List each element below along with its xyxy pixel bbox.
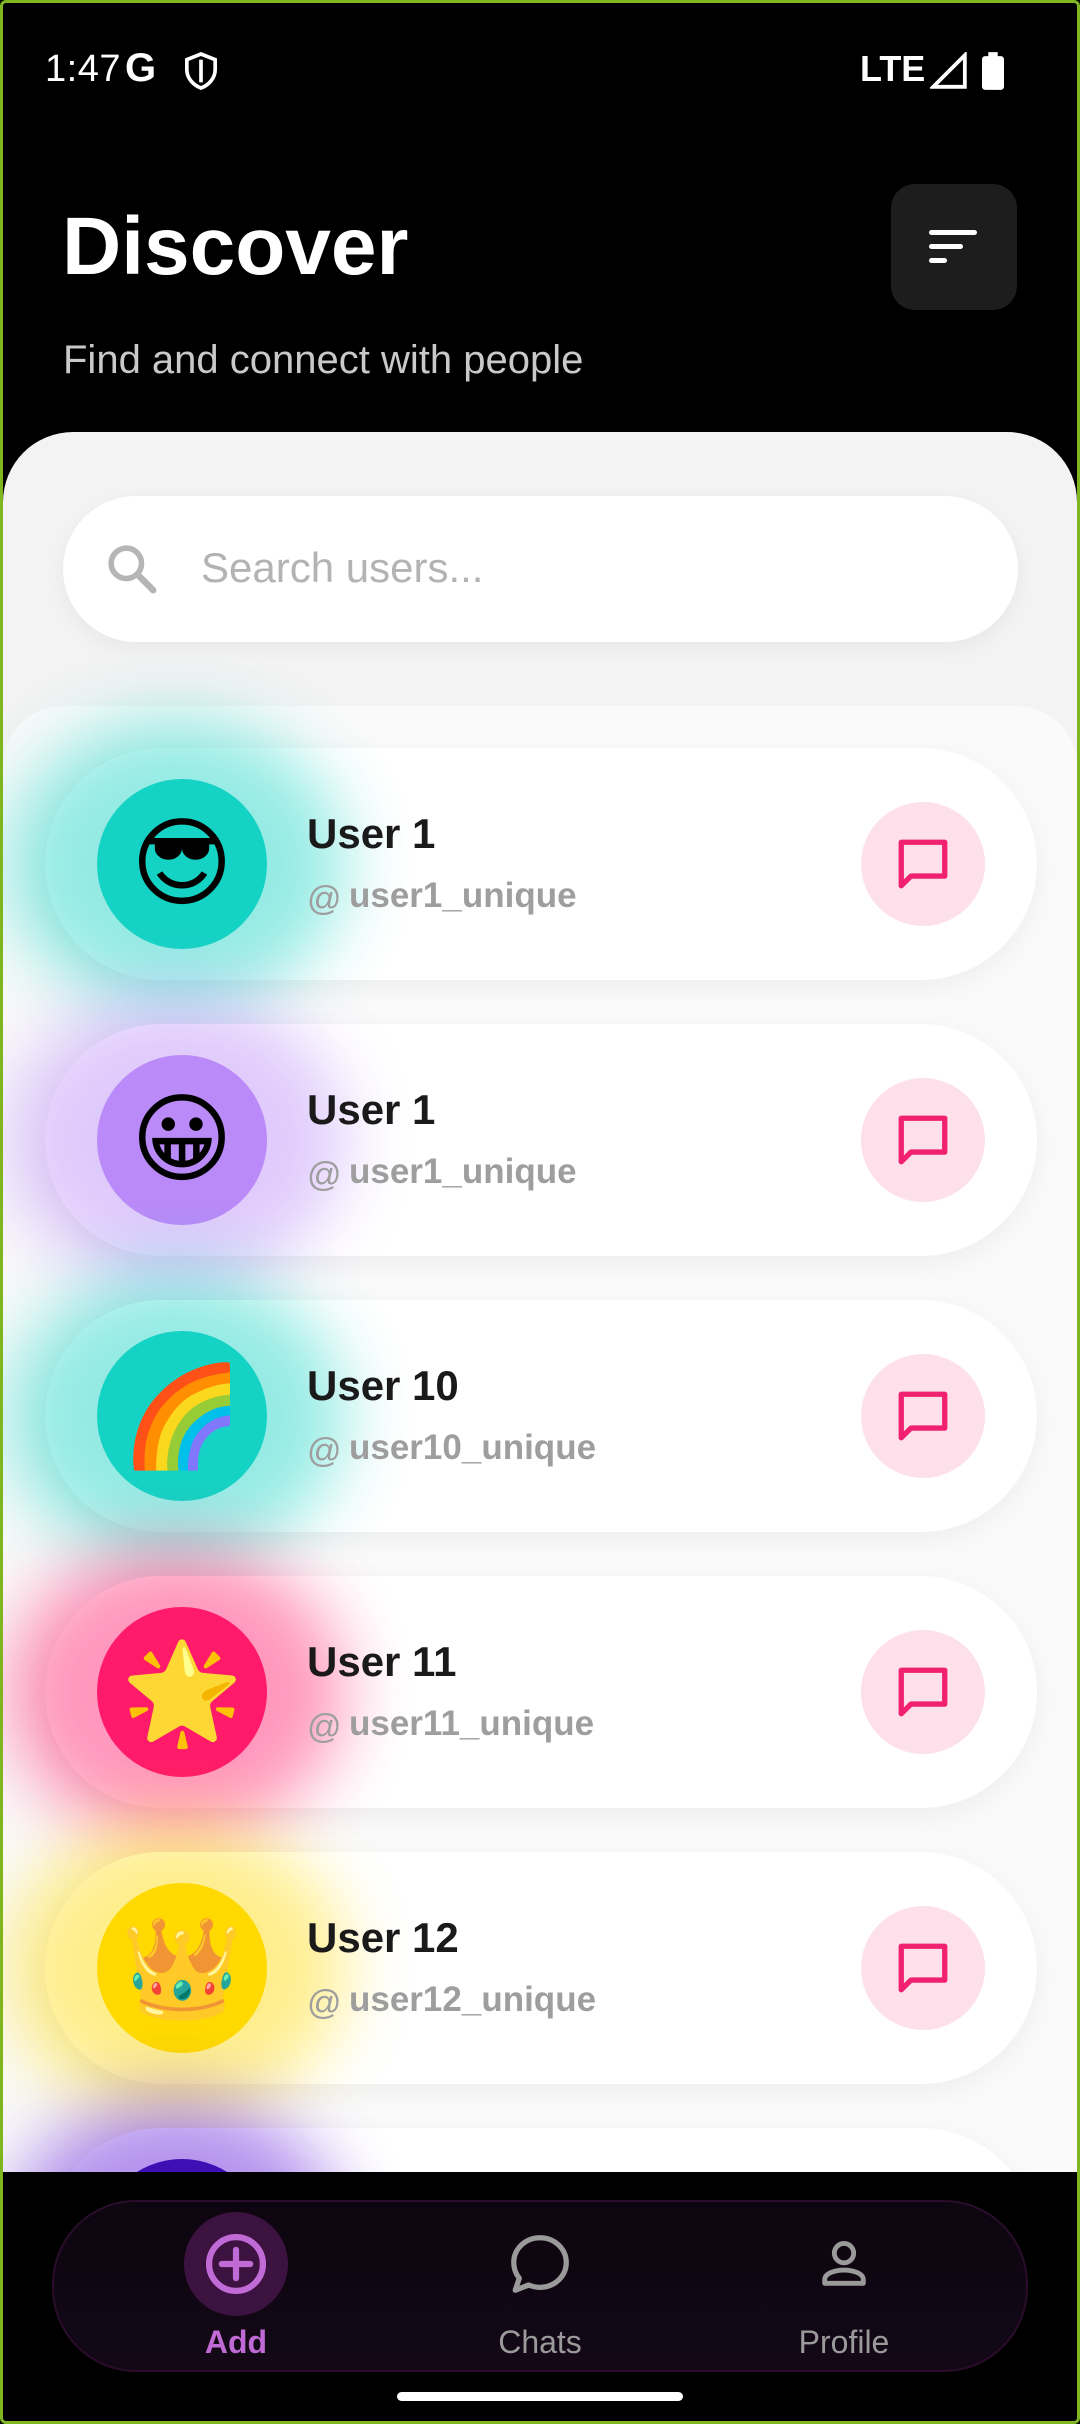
user-handle: user1_unique <box>349 1152 577 1191</box>
sort-icon <box>929 230 977 263</box>
avatar: 🌟 <box>97 1607 267 1777</box>
user-card[interactable]: 🌈 User 10 @ user10_unique <box>5 1270 1037 1562</box>
avatar-emoji: 😀 <box>130 1083 234 1197</box>
user-name: User 10 <box>307 1362 459 1409</box>
user-name: User 12 <box>307 1914 459 1961</box>
google-icon: G <box>125 46 157 90</box>
page-title: Discover <box>62 201 409 292</box>
avatar-emoji: 😎 <box>130 807 234 921</box>
search-bar[interactable]: Search users... <box>63 496 1018 642</box>
at-symbol: @ <box>307 1984 342 2022</box>
user-card[interactable]: 👑 User 12 @ user12_unique <box>5 1822 1037 2114</box>
message-icon <box>898 839 948 889</box>
user-name: User 11 <box>307 1638 457 1685</box>
user-card[interactable]: 😎 User 1 @ user1_unique <box>5 718 1037 1010</box>
avatar-emoji: 👑 <box>120 1911 244 2026</box>
avatar: 😀 <box>97 1055 267 1225</box>
message-button[interactable] <box>861 1906 985 2030</box>
message-button[interactable] <box>861 802 985 926</box>
user-card-partial[interactable] <box>5 2098 1037 2172</box>
status-time: 1:47 <box>45 48 121 90</box>
nav-chats[interactable]: Chats <box>390 2202 690 2370</box>
bottom-nav-bar: Add Chats Profile <box>52 2200 1028 2372</box>
bottom-navigation-area: Add Chats Profile <box>0 2172 1080 2424</box>
chat-bubble-icon <box>511 2235 569 2293</box>
page-subtitle: Find and connect with people <box>63 338 584 382</box>
shield-icon <box>184 52 218 90</box>
avatar: 🌈 <box>97 1331 267 1501</box>
message-icon <box>898 1115 948 1165</box>
search-input[interactable]: Search users... <box>201 544 483 592</box>
nav-profile-iconwrap <box>792 2212 896 2316</box>
nav-chats-iconwrap <box>488 2212 592 2316</box>
message-button[interactable] <box>861 1354 985 1478</box>
avatar-emoji: 🌈 <box>120 1359 244 1474</box>
network-type: LTE <box>860 48 926 89</box>
nav-profile-label: Profile <box>798 2324 890 2360</box>
person-icon <box>822 2241 866 2286</box>
at-symbol: @ <box>307 880 342 918</box>
battery-icon <box>982 52 1004 90</box>
avatar-emoji: 🌟 <box>120 1635 244 1750</box>
signal-icon <box>930 52 967 89</box>
user-name: User 1 <box>307 810 436 857</box>
filter-button[interactable] <box>891 184 1017 310</box>
status-bar: 1:47 G LTE <box>0 0 1080 140</box>
user-list: 😎 User 1 @ user1_unique 😀 User 1 @ user1… <box>3 706 1077 2172</box>
nav-chats-label: Chats <box>498 2324 582 2360</box>
message-icon <box>898 1667 948 1717</box>
user-card[interactable]: 🌟 User 11 @ user11_unique <box>5 1546 1037 1838</box>
user-handle: user1_unique <box>349 876 577 915</box>
message-icon <box>898 1943 948 1993</box>
add-circle-icon <box>205 2233 267 2295</box>
nav-add-label: Add <box>204 2324 268 2360</box>
user-handle: user11_unique <box>349 1704 595 1743</box>
user-card[interactable]: 😀 User 1 @ user1_unique <box>5 994 1037 1286</box>
at-symbol: @ <box>307 1156 342 1194</box>
avatar: 😎 <box>97 779 267 949</box>
nav-add-highlight <box>184 2212 288 2316</box>
message-button[interactable] <box>861 1078 985 1202</box>
at-symbol: @ <box>307 1708 342 1746</box>
message-button[interactable] <box>861 1630 985 1754</box>
user-handle: user10_unique <box>349 1428 597 1467</box>
search-icon <box>108 545 157 594</box>
user-name: User 1 <box>307 1086 436 1133</box>
at-symbol: @ <box>307 1432 342 1470</box>
user-handle: user12_unique <box>349 1980 597 2019</box>
nav-profile[interactable]: Profile <box>694 2202 994 2370</box>
content-sheet: Search users... 😎 User 1 @ user1_unique … <box>3 432 1077 2172</box>
message-icon <box>898 1391 948 1441</box>
avatar: 👑 <box>97 1883 267 2053</box>
nav-add[interactable]: Add <box>86 2202 386 2370</box>
home-indicator[interactable] <box>397 2392 683 2401</box>
